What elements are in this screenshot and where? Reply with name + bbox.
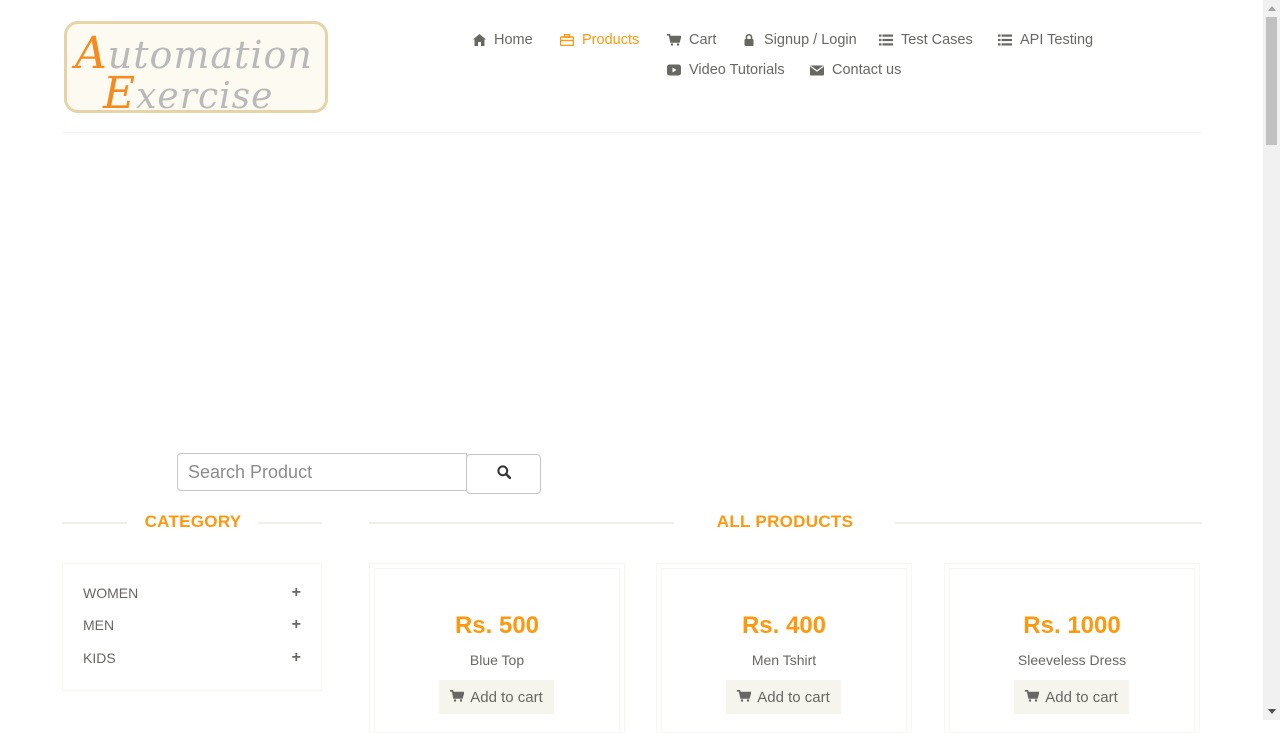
youtube-play-icon [667,63,681,77]
envelope-icon [810,63,824,77]
scroll-down-arrow-icon[interactable] [1263,703,1280,720]
category-item-kids[interactable]: KIDS + [83,648,301,668]
plus-icon[interactable]: + [292,584,301,602]
cart-icon [667,33,681,47]
product-name: Blue Top [469,652,525,668]
nav-products-label: Products [582,32,640,48]
nav-home-label: Home [494,32,533,48]
nav-signup-login-label: Signup / Login [764,32,857,48]
home-icon [472,33,486,47]
product-card-inner: Rs. 500 Blue Top Add to cart [374,568,620,732]
nav-signup-login[interactable]: Signup / Login [742,32,857,48]
cart-icon [1025,689,1040,706]
add-to-cart-button[interactable]: Add to cart [1014,680,1129,714]
product-price: Rs. 500 [454,612,540,639]
product-name: Men Tshirt [751,652,817,668]
nav-home[interactable]: Home [472,32,533,48]
search-input[interactable] [177,453,467,491]
products-title-line-right [895,522,1202,524]
product-name: Sleeveless Dress [1017,652,1127,668]
nav-api-testing[interactable]: API Testing [998,32,1093,48]
search-icon [496,464,511,484]
scroll-up-arrow-icon[interactable] [1263,0,1280,17]
search-button[interactable] [466,454,541,494]
add-to-cart-label: Add to cart [470,688,543,706]
header-divider [62,132,1202,133]
category-panel: WOMEN + MEN + KIDS + [62,563,322,691]
list-icon [998,33,1012,47]
nav-video-tutorials[interactable]: Video Tutorials [667,62,785,78]
category-item-label: KIDS [83,650,116,666]
page-scrollbar[interactable] [1263,0,1280,720]
plus-icon[interactable]: + [292,616,301,634]
briefcase-icon [560,33,574,47]
category-item-women[interactable]: WOMEN + [83,583,301,603]
product-price: Rs. 1000 [1023,612,1121,639]
add-to-cart-button[interactable]: Add to cart [439,680,554,714]
products-title: ALL PRODUCTS [716,512,854,531]
add-to-cart-label: Add to cart [1045,688,1118,706]
add-to-cart-button[interactable]: Add to cart [726,680,841,714]
nav-video-tutorials-label: Video Tutorials [689,62,785,78]
logo-line-2: Exercise [103,68,274,119]
product-card: Rs. 500 Blue Top Add to cart [369,563,625,733]
add-to-cart-label: Add to cart [757,688,830,706]
plus-icon[interactable]: + [292,649,301,667]
list-icon [879,33,893,47]
category-title-line-left [62,522,127,524]
category-item-label: WOMEN [83,585,139,601]
nav-api-testing-label: API Testing [1020,32,1094,48]
product-card-inner: Rs. 1000 Sleeveless Dress Add to cart [949,568,1195,732]
lock-icon [742,33,756,47]
nav-cart[interactable]: Cart [667,32,716,48]
products-title-line-left [369,522,674,524]
category-item-men[interactable]: MEN + [83,615,301,635]
product-card-inner: Rs. 400 Men Tshirt Add to cart [661,568,907,732]
category-title-line-right [258,522,322,524]
cart-icon [450,689,465,706]
category-title: CATEGORY [144,512,242,531]
cart-icon [737,689,752,706]
nav-contact-us-label: Contact us [832,62,902,78]
nav-cart-label: Cart [689,32,717,48]
nav-test-cases-label: Test Cases [901,32,973,48]
nav-products[interactable]: Products [560,32,639,48]
nav-contact-us[interactable]: Contact us [810,62,901,78]
product-price: Rs. 400 [741,612,827,639]
category-item-label: MEN [83,617,115,633]
scrollbar-thumb[interactable] [1266,17,1277,145]
product-card: Rs. 1000 Sleeveless Dress Add to cart [944,563,1200,733]
site-logo[interactable]: Automation Exercise [64,21,328,119]
nav-test-cases[interactable]: Test Cases [879,32,973,48]
product-card: Rs. 400 Men Tshirt Add to cart [656,563,912,733]
